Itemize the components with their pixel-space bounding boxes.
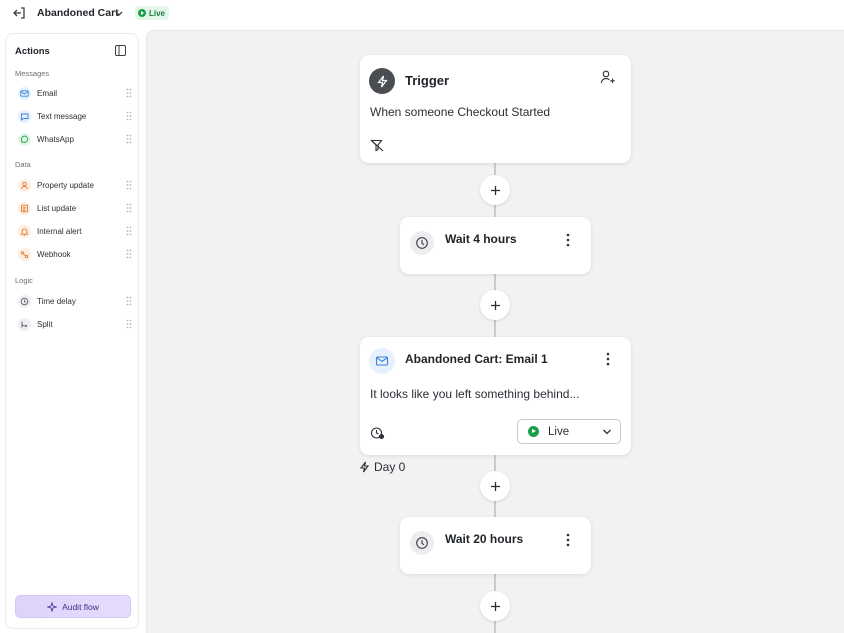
- sidebar-item-label: List update: [37, 203, 77, 213]
- sidebar-item-label: WhatsApp: [37, 134, 74, 144]
- wait-card[interactable]: Wait 4 hours: [400, 217, 591, 274]
- drag-handle-icon[interactable]: [126, 319, 132, 329]
- sidebar-item-webhook[interactable]: Webhook: [18, 246, 132, 262]
- plus-icon: [490, 300, 500, 310]
- sidebar-item-text-message[interactable]: Text message: [18, 108, 132, 124]
- play-icon: [138, 9, 146, 17]
- day-label-text: Day 0: [374, 460, 406, 474]
- wait-title: Wait 4 hours: [445, 232, 517, 246]
- plus-icon: [490, 185, 500, 195]
- add-step-button[interactable]: [480, 175, 510, 205]
- sidebar-item-label: Time delay: [37, 296, 76, 306]
- wait-card[interactable]: Wait 20 hours: [400, 517, 591, 574]
- trigger-card[interactable]: Trigger When someone Checkout Started: [360, 55, 631, 163]
- chevron-down-icon: [603, 429, 611, 435]
- bell-icon: [18, 224, 31, 238]
- person-icon: [18, 178, 31, 192]
- mail-icon: [18, 86, 31, 100]
- drag-handle-icon[interactable]: [126, 203, 132, 213]
- drag-handle-icon[interactable]: [126, 296, 132, 306]
- sidebar-item-label: Property update: [37, 180, 94, 190]
- drag-handle-icon[interactable]: [126, 88, 132, 98]
- sidebar-item-email[interactable]: Email: [18, 85, 132, 101]
- exit-icon[interactable]: [12, 6, 26, 20]
- analytics-icon[interactable]: [370, 426, 385, 440]
- section-data: Data: [15, 160, 31, 169]
- wait-title: Wait 20 hours: [445, 532, 524, 546]
- status-badge: Live: [135, 6, 170, 20]
- sidebar-item-list-update[interactable]: List update: [18, 200, 132, 216]
- clock-icon: [18, 294, 31, 308]
- sidebar-item-label: Internal alert: [37, 226, 82, 236]
- audit-flow-button[interactable]: Audit flow: [15, 595, 131, 618]
- whatsapp-icon: [18, 132, 31, 146]
- chevron-down-icon[interactable]: [114, 8, 124, 18]
- drag-handle-icon[interactable]: [126, 134, 132, 144]
- play-icon: [528, 426, 539, 437]
- more-options-icon[interactable]: [563, 532, 573, 548]
- top-bar: Abandoned Cart Live: [0, 0, 844, 28]
- email-title: Abandoned Cart: Email 1: [405, 352, 548, 366]
- trigger-title: Trigger: [405, 73, 450, 88]
- plus-icon: [490, 601, 500, 611]
- mail-icon: [369, 348, 395, 374]
- status-badge-label: Live: [149, 8, 166, 18]
- more-options-icon[interactable]: [563, 232, 573, 248]
- clock-icon: [410, 531, 434, 555]
- sidebar-item-label: Split: [37, 319, 53, 329]
- email-preview: It looks like you left something behind.…: [370, 387, 580, 401]
- trigger-description: When someone Checkout Started: [370, 105, 551, 119]
- sidebar-item-internal-alert[interactable]: Internal alert: [18, 223, 132, 239]
- split-icon: [18, 317, 31, 331]
- sidebar-item-label: Text message: [37, 111, 87, 121]
- section-logic: Logic: [15, 276, 33, 285]
- add-step-button[interactable]: [480, 290, 510, 320]
- sms-icon: [18, 109, 31, 123]
- drag-handle-icon[interactable]: [126, 249, 132, 259]
- drag-handle-icon[interactable]: [126, 226, 132, 236]
- status-select[interactable]: Live: [517, 419, 621, 444]
- status-select-value: Live: [548, 425, 570, 438]
- sidebar-item-property-update[interactable]: Property update: [18, 177, 132, 193]
- clock-icon: [410, 231, 434, 255]
- sidebar-item-whatsapp[interactable]: WhatsApp: [18, 131, 132, 147]
- filter-off-icon[interactable]: [370, 139, 384, 152]
- sidebar-item-split[interactable]: Split: [18, 316, 132, 332]
- plus-icon: [490, 481, 500, 491]
- day-label: Day 0: [359, 460, 405, 474]
- sidebar-item-time-delay[interactable]: Time delay: [18, 293, 132, 309]
- email-card[interactable]: Abandoned Cart: Email 1 It looks like yo…: [360, 337, 631, 455]
- section-messages: Messages: [15, 69, 50, 78]
- actions-sidebar: Actions Messages Email Text message What…: [5, 33, 139, 629]
- sidebar-item-label: Email: [37, 88, 58, 98]
- lightning-icon: [359, 461, 370, 473]
- add-step-button[interactable]: [480, 471, 510, 501]
- webhook-icon: [18, 247, 31, 261]
- list-icon: [18, 201, 31, 215]
- lightning-icon: [369, 68, 395, 94]
- sidebar-title: Actions: [15, 46, 50, 57]
- audit-flow-label: Audit flow: [62, 601, 99, 612]
- sparkle-icon: [47, 601, 58, 612]
- drag-handle-icon[interactable]: [126, 180, 132, 190]
- add-step-button[interactable]: [480, 591, 510, 621]
- drag-handle-icon[interactable]: [126, 111, 132, 121]
- more-options-icon[interactable]: [603, 351, 613, 367]
- sidebar-item-label: Webhook: [37, 249, 71, 259]
- sidebar-toggle-icon[interactable]: [115, 45, 126, 56]
- flow-title[interactable]: Abandoned Cart: [37, 7, 119, 19]
- add-person-icon[interactable]: [600, 69, 616, 85]
